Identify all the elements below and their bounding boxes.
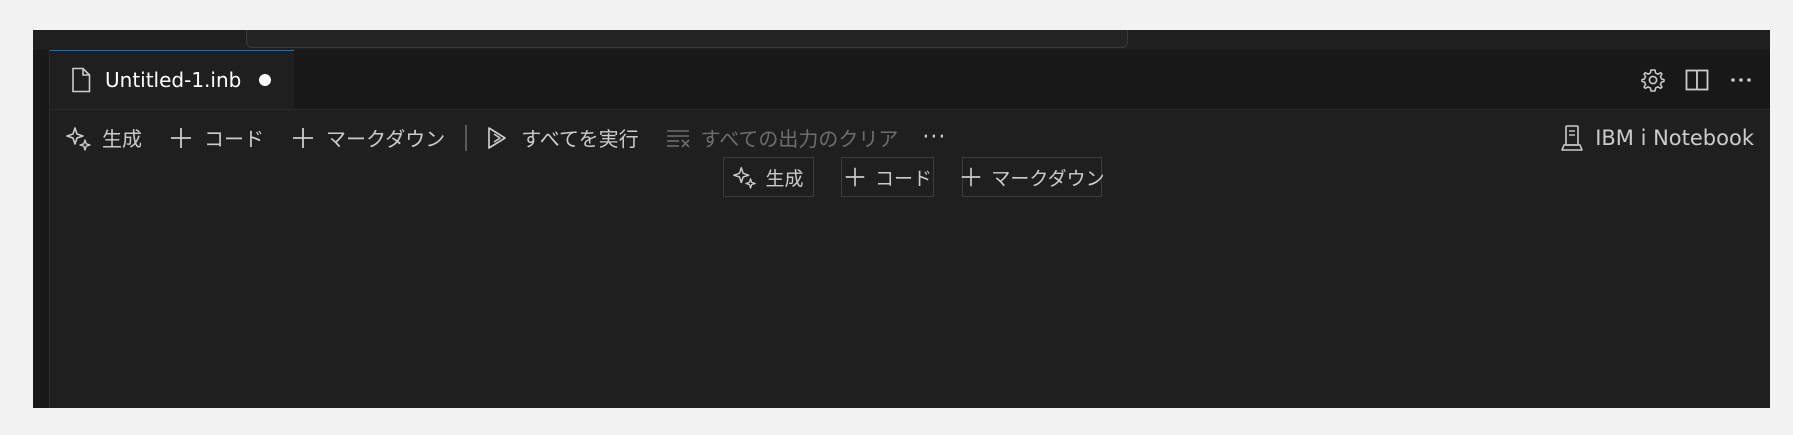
plus-icon xyxy=(959,165,983,189)
toolbar-separator xyxy=(465,124,468,151)
tab-label: Untitled-1.inb xyxy=(105,68,242,92)
gear-icon[interactable] xyxy=(1640,67,1666,93)
generate-label: 生成 xyxy=(102,127,142,151)
clear-all-outputs-button[interactable]: すべての出力のクリア xyxy=(665,121,899,155)
clear-all-outputs-label: すべての出力のクリア xyxy=(700,127,899,151)
server-icon xyxy=(1559,124,1585,152)
add-markdown-cell-button[interactable]: マークダウン xyxy=(290,121,445,155)
run-all-label: すべてを実行 xyxy=(521,127,639,151)
tab-untitled-1[interactable]: Untitled-1.inb xyxy=(50,50,294,109)
markdown-label: マークダウン xyxy=(326,127,446,151)
generate-button[interactable]: 生成 xyxy=(66,121,142,155)
sparkle-icon xyxy=(733,165,757,189)
code-label: コード xyxy=(204,127,264,151)
run-all-button[interactable]: すべてを実行 xyxy=(485,121,639,155)
ellipsis-icon[interactable] xyxy=(1728,67,1754,93)
insert-code-cell-button[interactable]: コード xyxy=(841,157,934,197)
file-icon xyxy=(70,67,92,93)
insert-generate-button[interactable]: 生成 xyxy=(723,157,814,197)
clear-all-icon xyxy=(665,125,691,151)
plus-icon xyxy=(290,125,316,151)
kernel-label: IBM i Notebook xyxy=(1595,125,1754,150)
plus-icon xyxy=(843,165,867,189)
tab-bar: Untitled-1.inb xyxy=(50,50,1770,110)
split-editor-icon[interactable] xyxy=(1684,67,1710,93)
insert-code-label: コード xyxy=(874,167,932,190)
insert-markdown-label: マークダウン xyxy=(991,167,1105,190)
insert-markdown-cell-button[interactable]: マークダウン xyxy=(959,157,1105,197)
sparkle-icon xyxy=(66,125,92,151)
unsaved-dot-icon[interactable] xyxy=(259,74,272,86)
editor-window: Untitled-1.inb 生成 コード マークダウン すべてを実行 すべての… xyxy=(33,30,1770,408)
editor-gutter xyxy=(33,50,50,408)
run-all-icon xyxy=(485,125,511,151)
ellipsis-icon[interactable]: ··· xyxy=(922,125,946,150)
command-center[interactable] xyxy=(246,30,1128,48)
title-bar xyxy=(33,30,1770,50)
add-code-cell-button[interactable]: コード xyxy=(168,121,264,155)
plus-icon xyxy=(168,125,194,151)
tab-actions xyxy=(1640,50,1754,109)
cell-insert-bar: 生成 コード マークダウン xyxy=(33,157,1770,199)
insert-generate-label: 生成 xyxy=(765,167,804,190)
